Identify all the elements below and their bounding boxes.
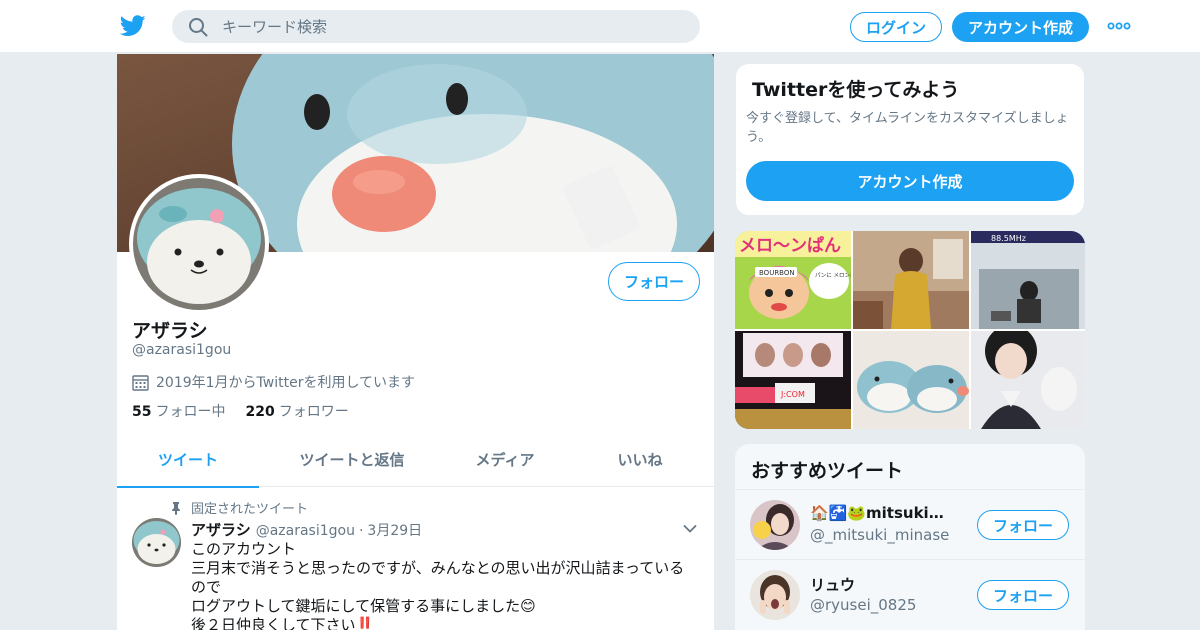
recommended-item[interactable]: リュウ @ryusei_0825 フォロー [735, 559, 1085, 629]
following-label: フォロー中 [155, 404, 226, 420]
login-button[interactable]: ログイン [850, 12, 942, 42]
melon-pan-title: メロ〜ンぱん [739, 235, 841, 256]
melon-pan-ad-image: メロ〜ンぱん BOURBON パンに メロン果汁が 入ってるよ! [735, 231, 851, 329]
media-tile[interactable] [853, 231, 969, 329]
joined-text: 2019年1月からTwitterを利用しています [156, 375, 416, 391]
recommended-follow-button[interactable]: フォロー [977, 580, 1069, 610]
tweet-line: ログアウトして鍵垢にして保管する事にしました😊 [191, 597, 536, 615]
signup-prompt-card: Twitterを使ってみよう 今すぐ登録して、タイムラインをカスタマイズしましょ… [735, 63, 1085, 216]
tweet-author-handle[interactable]: @azarasi1gou [256, 523, 355, 539]
search-box[interactable] [172, 10, 700, 43]
melon-pan-bubble: パンに メロン果汁が 入ってるよ! [815, 271, 851, 279]
recommended-handle: @ryusei_0825 [810, 596, 917, 614]
recommended-title: おすすめツイート [751, 460, 904, 482]
signup-card-title: Twitterを使ってみよう [752, 79, 960, 101]
recommended-name: 🏠🚰🐸mitsuki🐺… [810, 504, 960, 522]
profile-name: アザラシ [132, 320, 208, 342]
following-stat[interactable]: 55 フォロー中 [132, 401, 225, 421]
media-tile[interactable]: メロ〜ンぱん BOURBON パンに メロン果汁が 入ってるよ! [735, 231, 851, 329]
jcom-label: J:COM [780, 390, 805, 399]
tweet-line: 後２日仲良くして下さい‼️ [191, 616, 375, 630]
profile-tabs: ツイート ツイートと返信 メディア いいね [117, 432, 714, 488]
chevron-down-icon[interactable] [683, 524, 697, 534]
search-input[interactable] [222, 10, 682, 43]
recommended-avatar[interactable] [750, 570, 800, 620]
bourbon-label: BOURBON [759, 269, 795, 277]
recommended-card: おすすめツイート 🏠🚰🐸mitsuki🐺… @_mitsuki_minase フ… [735, 444, 1085, 630]
tab-tweets-replies[interactable]: ツイートと返信 [259, 432, 445, 487]
profile-column: フォロー アザラシ @azarasi1gou 2019年1月からTwitterを… [116, 54, 715, 630]
signup-button[interactable]: アカウント作成 [952, 12, 1089, 42]
media-tile[interactable]: J:COM [735, 331, 851, 429]
plush-birds-image [853, 331, 969, 429]
radio-studio-image: 88.5MHz [971, 231, 1085, 329]
signup-card-button[interactable]: アカウント作成 [746, 161, 1074, 201]
recommended-item[interactable]: 🏠🚰🐸mitsuki🐺… @_mitsuki_minase フォロー [735, 489, 1085, 559]
tab-media[interactable]: メディア [445, 432, 565, 487]
tweet-avatar[interactable] [132, 518, 181, 567]
profile-handle: @azarasi1gou [132, 342, 232, 358]
tweet-line: 三月末で消そうと思ったのですが、みんなとの思い出が沢山詰まっている [191, 559, 685, 577]
room-photo-image [853, 231, 969, 329]
seal-plush-avatar-small [132, 518, 181, 567]
recommended-follow-button[interactable]: フォロー [977, 510, 1069, 540]
tab-likes[interactable]: いいね [565, 432, 714, 487]
twitter-bird-icon[interactable] [120, 14, 146, 38]
more-dots-icon[interactable] [1107, 20, 1131, 32]
media-tile[interactable]: 88.5MHz [971, 231, 1085, 329]
tweet-separator: · [358, 523, 364, 539]
tweet-date[interactable]: 3月29日 [367, 520, 422, 540]
following-count: 55 [132, 404, 152, 420]
tweet-line: ので [191, 578, 222, 596]
media-tile[interactable] [971, 331, 1085, 429]
profile-stats: 55 フォロー中 220 フォロワー [132, 401, 369, 421]
recommended-name: リュウ [810, 576, 856, 594]
recommended-avatar[interactable] [750, 500, 800, 550]
tab-tweets[interactable]: ツイート [117, 432, 259, 488]
street-billboard-image: J:COM [735, 331, 851, 429]
seal-plush-avatar [133, 178, 265, 310]
mitsuki-avatar-image [750, 500, 800, 550]
profile-avatar[interactable] [129, 174, 269, 314]
tweet-text: このアカウント 三月末で消そうと思ったのですが、みんなとの思い出が沢山詰まってい… [191, 540, 701, 630]
tweet-author-name[interactable]: アザラシ [191, 519, 251, 540]
pinned-tweet[interactable]: 固定されたツイート アザラシ @azarasi1gou · 3月29日 このアカ… [117, 488, 714, 630]
pinned-label: 固定されたツイート [169, 498, 308, 517]
followers-stat[interactable]: 220 フォロワー [245, 401, 348, 421]
follow-button[interactable]: フォロー [608, 262, 700, 301]
followers-label: フォロワー [278, 404, 349, 420]
media-grid: メロ〜ンぱん BOURBON パンに メロン果汁が 入ってるよ! 88.5M [735, 231, 1085, 429]
portrait-photo-image [971, 331, 1085, 429]
signup-card-description: 今すぐ登録して、タイムラインをカスタマイズしましょう。 [746, 111, 1069, 145]
radio-frequency-label: 88.5MHz [991, 234, 1026, 243]
tweet-header: アザラシ @azarasi1gou · 3月29日 [191, 519, 422, 540]
media-tile[interactable] [853, 331, 969, 429]
followers-count: 220 [245, 404, 275, 420]
recommended-handle: @_mitsuki_minase [810, 526, 950, 544]
top-bar: ログイン アカウント作成 [0, 0, 1200, 53]
search-icon [189, 18, 208, 37]
ryu-avatar-image [750, 570, 800, 620]
pin-icon [172, 501, 180, 515]
calendar-icon [132, 374, 149, 391]
pinned-text: 固定されたツイート [191, 502, 309, 517]
profile-joined: 2019年1月からTwitterを利用しています [132, 372, 415, 392]
tweet-line: このアカウント [191, 540, 297, 558]
